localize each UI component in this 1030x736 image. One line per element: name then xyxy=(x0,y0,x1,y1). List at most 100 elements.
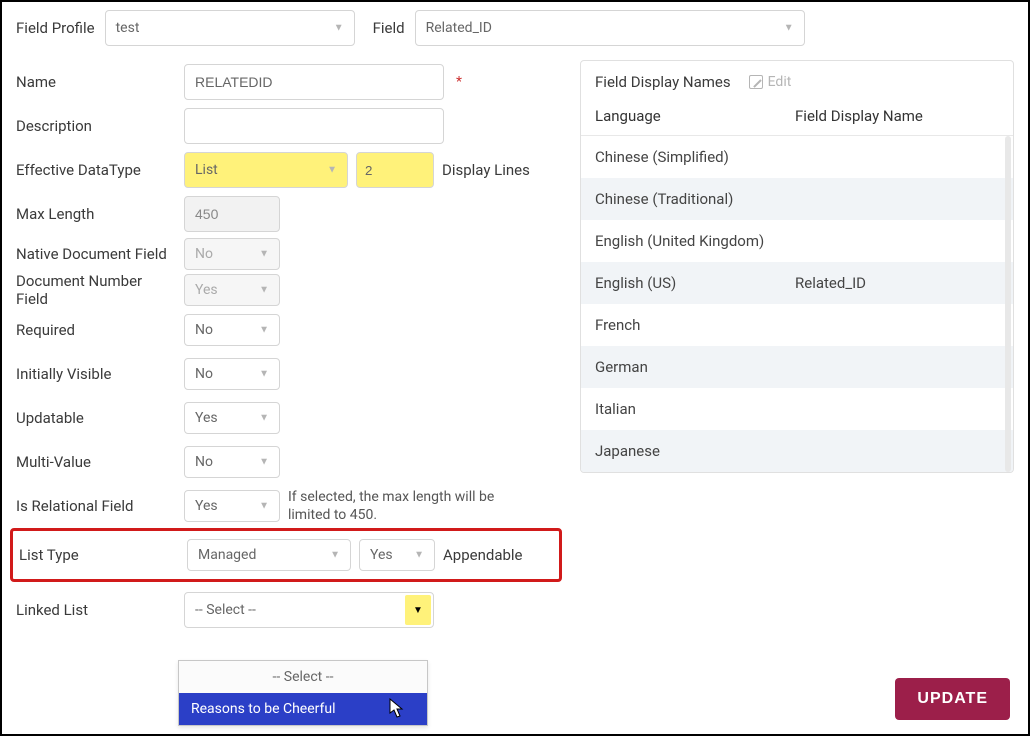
lang-cell: Italian xyxy=(595,400,795,418)
field-profile-select[interactable]: test ▼ xyxy=(105,10,355,46)
lang-cell: German xyxy=(595,358,795,376)
multi-value-select[interactable]: No ▼ xyxy=(184,446,280,478)
chevron-down-icon: ▼ xyxy=(334,23,344,34)
field-select[interactable]: Related_ID ▼ xyxy=(415,10,805,46)
list-type-label: List Type xyxy=(19,546,179,564)
table-row: French xyxy=(581,304,1013,346)
lang-cell: English (United Kingdom) xyxy=(595,232,795,250)
field-profile-value: test xyxy=(116,20,140,36)
name-cell xyxy=(795,190,999,208)
chevron-down-icon: ▼ xyxy=(327,165,337,176)
updatable-label: Updatable xyxy=(16,409,176,427)
col-language: Language xyxy=(595,107,795,125)
chevron-down-icon: ▼ xyxy=(784,23,794,34)
table-row: English (United Kingdom) xyxy=(581,220,1013,262)
docnum-select: Yes ▼ xyxy=(184,274,280,306)
chevron-down-icon: ▼ xyxy=(259,369,269,380)
pencil-icon xyxy=(749,75,763,89)
form-column: Name * Description Effective DataType Li… xyxy=(16,60,556,720)
docnum-label: Document Number Field xyxy=(16,272,176,308)
relational-note: If selected, the max length will be limi… xyxy=(288,488,538,524)
native-doc-label: Native Document Field xyxy=(16,245,176,263)
dropdown-option-label: Reasons to be Cheerful xyxy=(191,701,335,717)
top-selector-row: Field Profile test ▼ Field Related_ID ▼ xyxy=(16,10,1014,46)
lang-cell: Japanese xyxy=(595,442,795,460)
name-cell xyxy=(795,148,999,166)
field-profile-label: Field Profile xyxy=(16,19,95,37)
linked-list-label: Linked List xyxy=(16,601,176,619)
updatable-value: Yes xyxy=(195,410,218,426)
edit-label: Edit xyxy=(768,74,792,90)
required-label: Required xyxy=(16,321,176,339)
name-cell xyxy=(795,442,999,460)
name-cell xyxy=(795,400,999,418)
list-type-value: Managed xyxy=(198,547,256,563)
required-star-icon: * xyxy=(456,74,462,90)
updatable-select[interactable]: Yes ▼ xyxy=(184,402,280,434)
chevron-down-icon: ▼ xyxy=(414,550,424,561)
field-label: Field xyxy=(373,19,405,37)
chevron-down-icon: ▼ xyxy=(405,595,431,625)
linked-list-value: -- Select -- xyxy=(195,602,256,618)
table-header: Language Field Display Name xyxy=(581,101,1013,136)
appendable-value: Yes xyxy=(370,547,393,563)
table-row: Japanese xyxy=(581,430,1013,472)
dropdown-option-placeholder[interactable]: -- Select -- xyxy=(179,661,427,693)
chevron-down-icon: ▼ xyxy=(330,550,340,561)
table-row: German xyxy=(581,346,1013,388)
required-select[interactable]: No ▼ xyxy=(184,314,280,346)
table-row: Chinese (Simplified) xyxy=(581,136,1013,178)
display-names-panel: Field Display Names Edit Language Field … xyxy=(580,60,1014,473)
field-value: Related_ID xyxy=(426,20,492,36)
list-type-select[interactable]: Managed ▼ xyxy=(187,539,351,571)
relational-value: Yes xyxy=(195,498,218,514)
dropdown-option-reasons[interactable]: Reasons to be Cheerful xyxy=(179,693,427,725)
chevron-down-icon: ▼ xyxy=(259,457,269,468)
appendable-select[interactable]: Yes ▼ xyxy=(359,539,435,571)
name-cell xyxy=(795,358,999,376)
table-row: Chinese (Traditional) xyxy=(581,178,1013,220)
relational-label: Is Relational Field xyxy=(16,497,176,515)
name-label: Name xyxy=(16,73,176,91)
initially-visible-label: Initially Visible xyxy=(16,365,176,383)
native-doc-value: No xyxy=(195,246,213,262)
appendable-label: Appendable xyxy=(443,546,523,564)
cursor-icon xyxy=(389,698,407,720)
list-type-highlight-box: List Type Managed ▼ Yes ▼ Appendable xyxy=(10,528,562,582)
name-cell xyxy=(795,232,999,250)
panel-title: Field Display Names xyxy=(595,73,731,91)
chevron-down-icon: ▼ xyxy=(259,325,269,336)
relational-select[interactable]: Yes ▼ xyxy=(184,490,280,522)
maxlen-label: Max Length xyxy=(16,205,176,223)
native-doc-select: No ▼ xyxy=(184,238,280,270)
edit-button[interactable]: Edit xyxy=(749,74,792,90)
multi-value-value: No xyxy=(195,454,213,470)
table-body: Chinese (Simplified) Chinese (Traditiona… xyxy=(581,136,1013,472)
display-lines-label: Display Lines xyxy=(442,161,530,179)
required-value: No xyxy=(195,322,213,338)
description-input[interactable] xyxy=(184,108,444,144)
datatype-label: Effective DataType xyxy=(16,161,176,179)
table-row: English (US) Related_ID xyxy=(581,262,1013,304)
description-label: Description xyxy=(16,117,176,135)
name-cell xyxy=(795,316,999,334)
chevron-down-icon: ▼ xyxy=(259,285,269,296)
chevron-down-icon: ▼ xyxy=(259,413,269,424)
name-input[interactable] xyxy=(184,64,444,100)
table-row: Italian xyxy=(581,388,1013,430)
initially-visible-value: No xyxy=(195,366,213,382)
update-button[interactable]: UPDATE xyxy=(895,678,1010,720)
lang-cell: Chinese (Simplified) xyxy=(595,148,795,166)
col-display-name: Field Display Name xyxy=(795,107,999,125)
chevron-down-icon: ▼ xyxy=(259,249,269,260)
datatype-value: List xyxy=(195,162,218,178)
lang-cell: English (US) xyxy=(595,274,795,292)
datatype-select[interactable]: List ▼ xyxy=(184,152,348,188)
lang-cell: French xyxy=(595,316,795,334)
linked-list-select[interactable]: -- Select -- ▼ xyxy=(184,592,434,628)
multi-value-label: Multi-Value xyxy=(16,453,176,471)
display-lines-input[interactable] xyxy=(356,152,434,188)
lang-cell: Chinese (Traditional) xyxy=(595,190,795,208)
initially-visible-select[interactable]: No ▼ xyxy=(184,358,280,390)
name-cell: Related_ID xyxy=(795,274,999,292)
